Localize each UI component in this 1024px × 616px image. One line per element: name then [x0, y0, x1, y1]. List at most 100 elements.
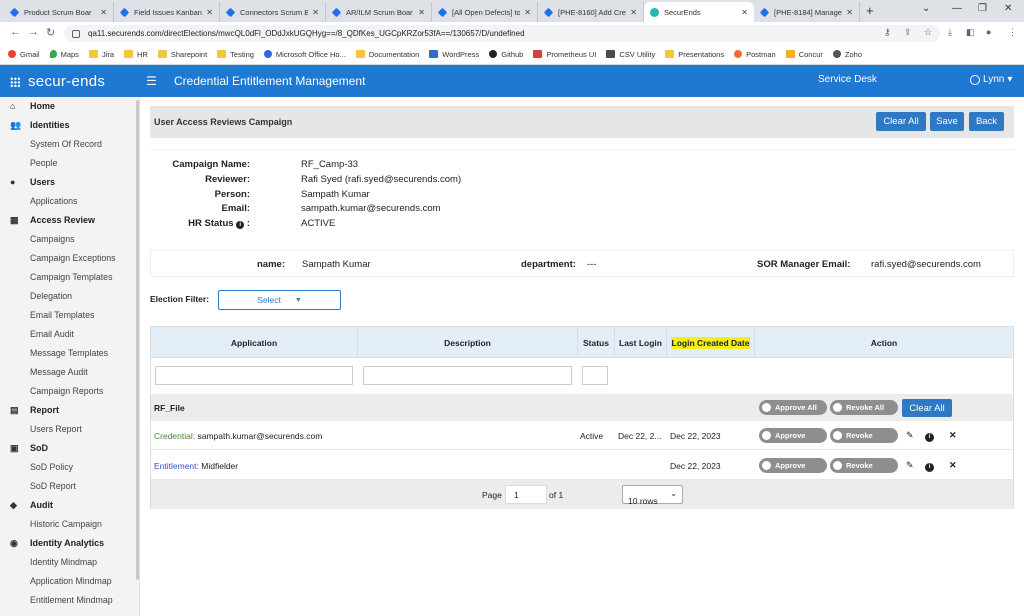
bookmark-item[interactable]: Testing: [217, 50, 254, 59]
close-icon[interactable]: ✕: [418, 8, 425, 17]
sidebar-item-campaign-templates[interactable]: Campaign Templates: [0, 272, 134, 282]
clear-all-button[interactable]: Clear All: [876, 112, 926, 131]
bookmark-item[interactable]: Postman: [734, 50, 776, 59]
delete-icon[interactable]: ✕: [949, 460, 957, 471]
sidebar-item-system-of-record[interactable]: System Of Record: [0, 139, 134, 149]
browser-tab-active[interactable]: SecurEnds ✕: [644, 2, 754, 22]
forward-arrow-icon[interactable]: →: [28, 26, 39, 38]
close-icon[interactable]: ✕: [100, 8, 107, 17]
menu-dots-icon[interactable]: ⋮: [1008, 27, 1017, 38]
new-tab-icon[interactable]: +: [866, 3, 874, 18]
back-arrow-icon[interactable]: ←: [10, 26, 21, 38]
profile-icon[interactable]: ●: [986, 27, 991, 37]
download-icon[interactable]: ⤓: [948, 27, 952, 38]
browser-tab[interactable]: Product Scrum Boar ✕: [4, 2, 114, 22]
column-header-description[interactable]: Description: [358, 327, 578, 358]
sidebar-item-entitlement-mindmap[interactable]: Entitlement Mindmap: [0, 595, 134, 605]
star-icon[interactable]: ☆: [924, 27, 932, 38]
close-icon[interactable]: ✕: [206, 8, 213, 17]
revoke-toggle[interactable]: Revoke: [830, 458, 898, 473]
column-header-last-login[interactable]: Last Login: [615, 327, 667, 358]
sidebar-item-identity-mindmap[interactable]: Identity Mindmap: [0, 557, 134, 567]
approve-toggle[interactable]: Approve: [759, 428, 827, 443]
back-button[interactable]: Back: [969, 112, 1004, 131]
service-desk-link[interactable]: Service Desk: [818, 74, 877, 85]
window-close-icon[interactable]: ✕: [1004, 3, 1012, 14]
bookmark-item[interactable]: WordPress: [429, 50, 479, 59]
close-icon[interactable]: ✕: [312, 8, 319, 17]
hamburger-menu-icon[interactable]: ☰: [146, 74, 157, 88]
key-icon[interactable]: ⚷: [884, 27, 891, 38]
rows-per-page-select[interactable]: 10 rows ⌄: [622, 485, 683, 506]
save-button[interactable]: Save: [930, 112, 964, 131]
browser-tab[interactable]: [PHE-8160] Add Cre ✕: [538, 2, 644, 22]
sidebar-item-identities[interactable]: 👥 Identities: [0, 120, 134, 130]
browser-tab[interactable]: AR/ILM Scrum Boar ✕: [326, 2, 432, 22]
sidebar-item-access-review[interactable]: ▦ Access Review: [0, 215, 134, 225]
sidebar-item-email-audit[interactable]: Email Audit: [0, 329, 134, 339]
revoke-toggle[interactable]: Revoke: [830, 428, 898, 443]
sidepanel-icon[interactable]: ◧: [966, 27, 975, 38]
sidebar-item-people[interactable]: People: [0, 158, 134, 168]
bookmark-item[interactable]: Github: [489, 50, 523, 59]
close-icon[interactable]: ✕: [630, 8, 637, 17]
sidebar-item-sod[interactable]: ▣ SoD: [0, 443, 134, 453]
sidebar-scrollbar[interactable]: [136, 100, 139, 580]
column-header-status[interactable]: Status: [578, 327, 615, 358]
browser-tab[interactable]: Connectors Scrum Bo ✕: [220, 2, 326, 22]
bookmark-item[interactable]: Presentations: [665, 50, 724, 59]
group-clear-all-button[interactable]: Clear All: [902, 399, 952, 417]
sidebar-item-users[interactable]: ● Users: [0, 177, 134, 187]
browser-tab[interactable]: [All Open Defects] to ✕: [432, 2, 538, 22]
sidebar-item-applications[interactable]: Applications: [0, 196, 134, 206]
approve-toggle[interactable]: Approve: [759, 458, 827, 473]
app-logo[interactable]: secur-ends: [10, 73, 105, 90]
sidebar-item-campaign-reports[interactable]: Campaign Reports: [0, 386, 134, 396]
bookmark-item[interactable]: Jira: [88, 50, 114, 59]
bookmark-item[interactable]: Microsoft Office Ho...: [263, 50, 346, 59]
tab-search-icon[interactable]: ⌄: [922, 3, 930, 14]
column-header-application[interactable]: Application: [151, 327, 358, 358]
user-menu[interactable]: Lynn ▾: [970, 74, 1012, 85]
election-filter-select[interactable]: Select ▼: [218, 290, 341, 310]
sidebar-item-report[interactable]: ▤ Report: [0, 405, 134, 415]
restore-icon[interactable]: ❐: [978, 3, 987, 14]
info-icon[interactable]: i: [236, 221, 245, 229]
sidebar-item-campaign-exceptions[interactable]: Campaign Exceptions: [0, 253, 134, 263]
info-icon[interactable]: i: [925, 460, 934, 472]
sidebar-item-audit[interactable]: ◆ Audit: [0, 500, 134, 510]
minimize-icon[interactable]: —: [952, 3, 962, 14]
close-icon[interactable]: ✕: [741, 8, 748, 17]
edit-icon[interactable]: ✎: [906, 430, 914, 441]
column-header-login-created-date[interactable]: Login Created Date: [667, 327, 755, 358]
close-icon[interactable]: ✕: [524, 8, 531, 17]
bookmark-item[interactable]: CSV Utility: [606, 50, 655, 59]
sidebar-item-identity-analytics[interactable]: ◉ Identity Analytics: [0, 538, 134, 548]
close-icon[interactable]: ✕: [846, 8, 853, 17]
sidebar-item-sod-policy[interactable]: SoD Policy: [0, 462, 134, 472]
bookmark-item[interactable]: Maps: [49, 50, 79, 59]
browser-tab[interactable]: Field Issues Kanban B ✕: [114, 2, 220, 22]
sidebar-item-delegation[interactable]: Delegation: [0, 291, 134, 301]
bookmark-item[interactable]: Sharepoint: [157, 50, 207, 59]
sidebar-item-campaigns[interactable]: Campaigns: [0, 234, 134, 244]
edit-icon[interactable]: ✎: [906, 460, 914, 471]
sidebar-item-home[interactable]: ⌂ Home: [0, 101, 134, 111]
reload-icon[interactable]: ↻: [46, 26, 55, 39]
description-filter-input[interactable]: [363, 366, 572, 385]
share-icon[interactable]: ⇪: [904, 27, 912, 38]
status-filter-input[interactable]: [582, 366, 608, 385]
sidebar-item-message-templates[interactable]: Message Templates: [0, 348, 134, 358]
browser-tab[interactable]: [PHE-8184] Manage ✕: [754, 2, 860, 22]
application-filter-input[interactable]: [155, 366, 353, 385]
bookmark-item[interactable]: HR: [124, 50, 148, 59]
sidebar-item-message-audit[interactable]: Message Audit: [0, 367, 134, 377]
bookmark-item[interactable]: Documentation: [355, 50, 419, 59]
delete-icon[interactable]: ✕: [949, 430, 957, 441]
info-icon[interactable]: i: [925, 430, 934, 442]
bookmark-item[interactable]: Zoho: [832, 50, 862, 59]
sidebar-item-historic-campaign[interactable]: Historic Campaign: [0, 519, 134, 529]
bookmark-item[interactable]: Prometheus UI: [533, 50, 596, 59]
sidebar-item-users-report[interactable]: Users Report: [0, 424, 134, 434]
bookmark-item[interactable]: Concur: [785, 50, 823, 59]
